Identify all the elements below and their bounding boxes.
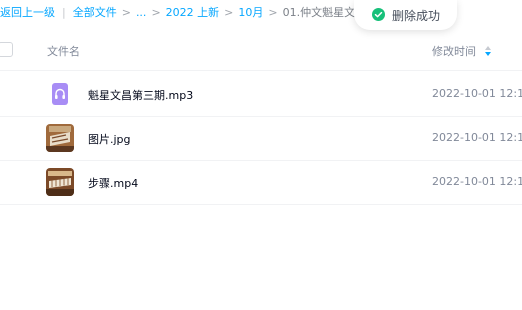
column-header-name[interactable]: 文件名 — [47, 43, 80, 59]
breadcrumb: 返回上一级 | 全部文件 > ... > 2022 上新 > 10月 > 01.… — [0, 0, 377, 24]
breadcrumb-ellipsis[interactable]: ... — [136, 6, 147, 19]
file-modified-time: 2022-10-01 12:19 — [432, 87, 522, 100]
breadcrumb-2022-new[interactable]: 2022 上新 — [166, 4, 220, 20]
sort-icon[interactable] — [485, 46, 491, 56]
video-thumbnail — [46, 168, 74, 196]
back-link[interactable]: 返回上一级 — [0, 4, 55, 20]
table-row[interactable]: 魁星文昌第三期.mp3 2022-10-01 12:19 — [0, 74, 522, 118]
table-row[interactable]: 图片.jpg 2022-10-01 12:19 — [0, 118, 522, 162]
success-toast: 删除成功 — [354, 0, 457, 30]
header-divider — [0, 70, 522, 71]
image-thumbnail — [46, 124, 74, 152]
breadcrumb-divider: | — [62, 5, 66, 19]
file-name[interactable]: 图片.jpg — [88, 131, 131, 147]
file-browser: 返回上一级 | 全部文件 > ... > 2022 上新 > 10月 > 01.… — [0, 0, 522, 310]
check-circle-icon — [372, 8, 385, 21]
table-row[interactable]: 步骤.mp4 2022-10-01 12:19 — [0, 162, 522, 206]
file-name[interactable]: 步骤.mp4 — [88, 175, 138, 191]
row-divider — [0, 204, 522, 205]
chevron-right-icon: > — [224, 5, 234, 19]
chevron-right-icon: > — [151, 5, 161, 19]
file-name[interactable]: 魁星文昌第三期.mp3 — [88, 87, 193, 103]
column-header-time[interactable]: 修改时间 — [432, 43, 491, 59]
chevron-right-icon: > — [268, 5, 278, 19]
table-header: 文件名 修改时间 — [0, 34, 522, 70]
file-modified-time: 2022-10-01 12:19 — [432, 131, 522, 144]
audio-file-icon — [46, 80, 74, 108]
breadcrumb-october[interactable]: 10月 — [238, 4, 263, 20]
breadcrumb-all-files[interactable]: 全部文件 — [73, 4, 117, 20]
chevron-right-icon: > — [121, 5, 131, 19]
select-all-checkbox[interactable] — [0, 42, 13, 57]
column-header-time-label: 修改时间 — [432, 45, 476, 58]
file-modified-time: 2022-10-01 12:19 — [432, 175, 522, 188]
toast-message: 删除成功 — [392, 9, 441, 23]
row-divider — [0, 116, 522, 117]
row-divider — [0, 160, 522, 161]
